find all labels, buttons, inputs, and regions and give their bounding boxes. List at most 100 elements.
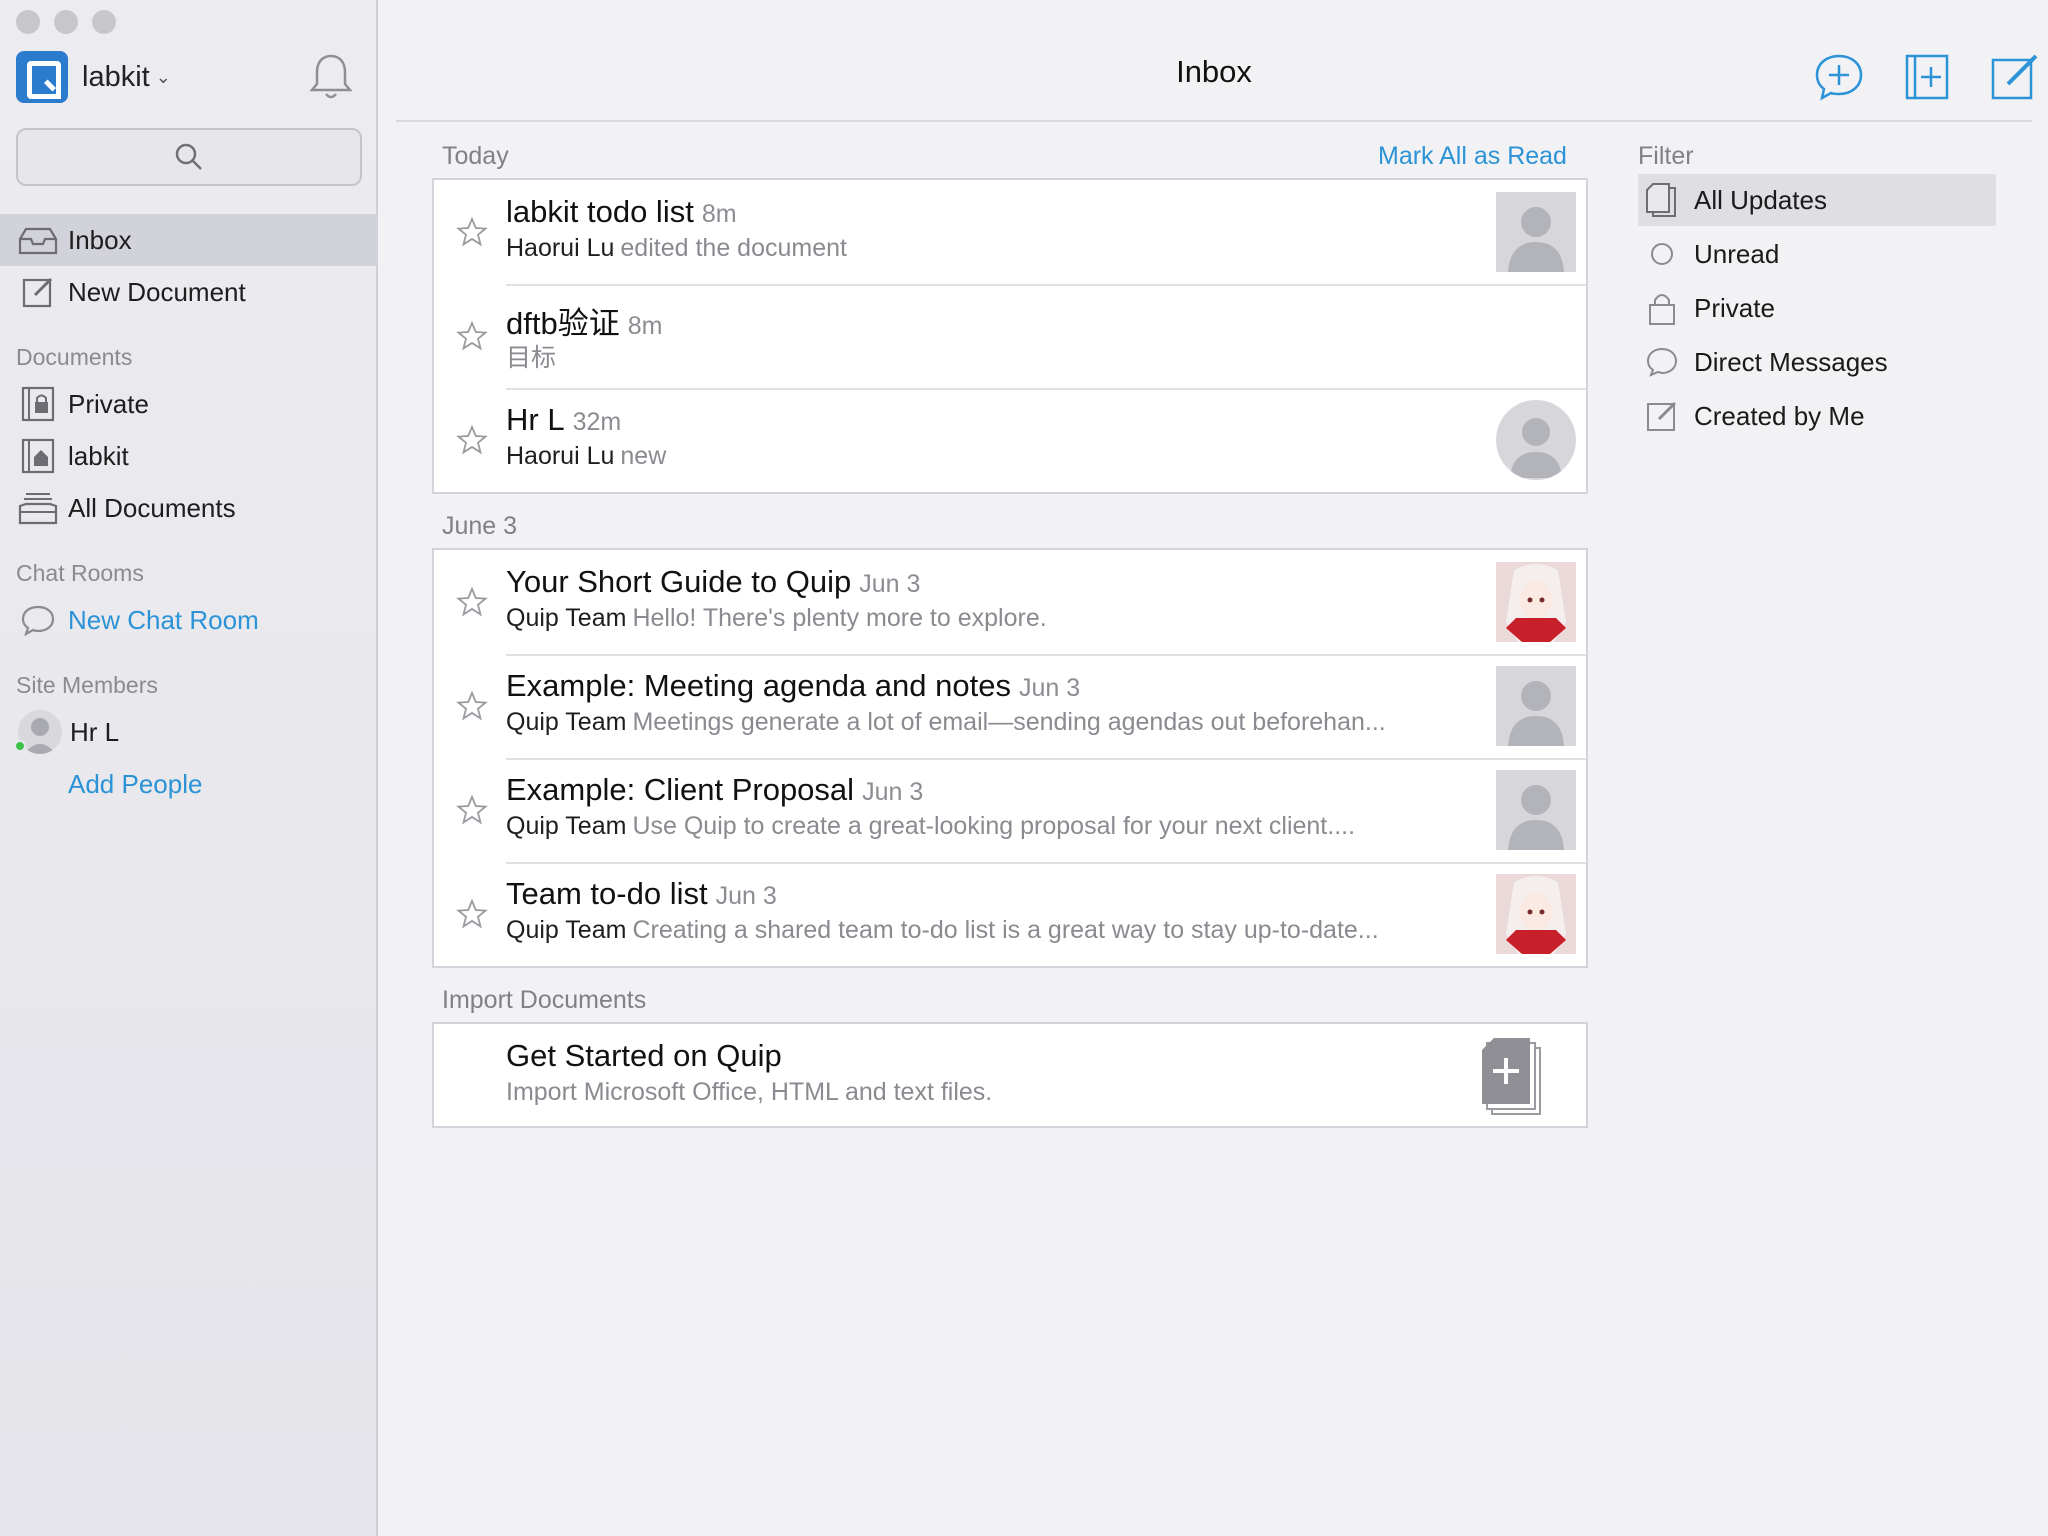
new-chat-room-link[interactable]: New Chat Room bbox=[0, 594, 378, 646]
new-chat-icon[interactable] bbox=[1812, 52, 1866, 102]
item-summary: new bbox=[620, 442, 667, 470]
compose-icon bbox=[1644, 398, 1680, 434]
filter-label: Filter bbox=[1638, 142, 1694, 170]
sidebar-item-label: labkit bbox=[68, 440, 129, 471]
list-item[interactable]: Example: Meeting agenda and notes Jun 3 Q… bbox=[434, 654, 1586, 758]
new-document-icon[interactable] bbox=[1988, 52, 2042, 102]
import-file-icon bbox=[1482, 1038, 1544, 1123]
home-folder-icon bbox=[18, 436, 58, 476]
online-status-dot bbox=[14, 740, 26, 752]
sidebar-item-label: All Documents bbox=[68, 492, 236, 523]
list-item[interactable]: dftb验证 8m 目标 bbox=[434, 284, 1586, 388]
inbox-icon bbox=[18, 220, 58, 260]
chat-rooms-section-label: Chat Rooms bbox=[16, 560, 144, 586]
sidebar-item-labkit[interactable]: labkit bbox=[0, 430, 378, 482]
item-summary: Use Quip to create a great-looking propo… bbox=[632, 812, 1356, 840]
import-documents-card[interactable]: Get Started on Quip Import Microsoft Off… bbox=[432, 1022, 1588, 1128]
chevron-down-icon: ⌄ bbox=[155, 66, 171, 87]
avatar bbox=[1496, 192, 1576, 272]
item-author: Quip Team bbox=[506, 604, 627, 632]
item-author: Haorui Lu bbox=[506, 442, 615, 470]
all-updates-icon bbox=[1644, 182, 1680, 218]
list-item[interactable]: labkit todo list 8m Haorui Lu edited the d… bbox=[434, 180, 1586, 284]
quip-logo-icon bbox=[16, 51, 68, 103]
window-controls bbox=[16, 10, 116, 34]
group-label-june-3: June 3 bbox=[442, 512, 518, 540]
item-author: Quip Team bbox=[506, 708, 627, 736]
star-icon[interactable] bbox=[456, 586, 488, 618]
unread-circle-icon bbox=[1644, 236, 1680, 272]
sidebar-item-label: New Document bbox=[68, 276, 246, 307]
avatar bbox=[1496, 666, 1576, 746]
item-time: Jun 3 bbox=[715, 882, 777, 910]
sidebar-item-new-document[interactable]: New Document bbox=[0, 266, 378, 318]
item-author: Quip Team bbox=[506, 916, 627, 944]
item-summary: edited the document bbox=[620, 234, 847, 262]
star-icon[interactable] bbox=[456, 424, 488, 456]
star-icon[interactable] bbox=[456, 690, 488, 722]
sidebar-item-inbox[interactable]: Inbox bbox=[0, 214, 378, 266]
close-window-button[interactable] bbox=[16, 10, 40, 34]
star-icon[interactable] bbox=[456, 216, 488, 248]
list-item[interactable]: Your Short Guide to Quip Jun 3 Quip Team H… bbox=[434, 550, 1586, 654]
filter-private[interactable]: Private bbox=[1638, 282, 1996, 334]
member-name: Hr L bbox=[70, 716, 120, 747]
add-people-label: Add People bbox=[68, 768, 203, 799]
item-time: 32m bbox=[572, 408, 622, 436]
item-title: labkit todo list bbox=[506, 194, 694, 229]
star-icon[interactable] bbox=[456, 898, 488, 930]
filter-item-label: Private bbox=[1694, 292, 1775, 323]
avatar bbox=[1496, 770, 1576, 850]
list-item[interactable]: Hr L 32m Haorui Lu new bbox=[434, 388, 1586, 492]
site-members-section-label: Site Members bbox=[16, 672, 158, 698]
item-time: 8m bbox=[627, 312, 663, 340]
main-area: Inbox Today Mark All as Read labkit todo… bbox=[380, 0, 2048, 1536]
filter-direct-messages[interactable]: Direct Messages bbox=[1638, 336, 1996, 388]
filter-all-updates[interactable]: All Updates bbox=[1638, 174, 1996, 226]
minimize-window-button[interactable] bbox=[54, 10, 78, 34]
import-subtitle: Import Microsoft Office, HTML and text f… bbox=[506, 1078, 993, 1106]
list-item[interactable]: Team to-do list Jun 3 Quip Team Creating a… bbox=[434, 862, 1586, 966]
mark-all-as-read-button[interactable]: Mark All as Read bbox=[1378, 142, 1567, 171]
filter-item-label: Direct Messages bbox=[1694, 346, 1888, 377]
search-icon bbox=[175, 143, 202, 170]
item-summary: Creating a shared team to-do list is a g… bbox=[632, 916, 1379, 944]
chat-bubble-icon bbox=[18, 600, 58, 640]
anime-avatar bbox=[1496, 874, 1576, 954]
item-time: Jun 3 bbox=[862, 778, 924, 806]
item-summary: 目标 bbox=[506, 344, 557, 372]
filter-item-label: All Updates bbox=[1694, 184, 1827, 215]
anime-avatar bbox=[1496, 562, 1576, 642]
add-people-link[interactable]: Add People bbox=[0, 758, 378, 810]
new-chat-room-label: New Chat Room bbox=[68, 604, 259, 635]
sidebar-item-all-documents[interactable]: All Documents bbox=[0, 482, 378, 534]
item-time: Jun 3 bbox=[859, 570, 921, 598]
archive-icon bbox=[18, 488, 58, 528]
sidebar: labkit ⌄ Inbox New Document Documents Pr… bbox=[0, 0, 378, 1536]
item-summary: Meetings generate a lot of email—sending… bbox=[632, 708, 1386, 736]
filter-created-by-me[interactable]: Created by Me bbox=[1638, 390, 1996, 442]
item-time: Jun 3 bbox=[1018, 674, 1081, 702]
item-title: Team to-do list bbox=[506, 876, 708, 911]
notifications-bell-icon[interactable] bbox=[306, 50, 356, 104]
item-author: Quip Team bbox=[506, 812, 627, 840]
workspace-switcher[interactable]: labkit ⌄ bbox=[16, 50, 356, 104]
private-folder-icon bbox=[18, 384, 58, 424]
compose-icon bbox=[18, 272, 58, 312]
item-title: Example: Meeting agenda and notes bbox=[506, 668, 1011, 703]
list-item[interactable]: Example: Client Proposal Jun 3 Quip Team U… bbox=[434, 758, 1586, 862]
import-title: Get Started on Quip bbox=[506, 1038, 782, 1073]
star-icon[interactable] bbox=[456, 794, 488, 826]
zoom-window-button[interactable] bbox=[92, 10, 116, 34]
sidebar-item-private[interactable]: Private bbox=[0, 378, 378, 430]
search-input[interactable] bbox=[16, 128, 362, 186]
page-title: Inbox bbox=[1176, 54, 1252, 89]
star-icon[interactable] bbox=[456, 320, 488, 352]
chat-bubble-icon bbox=[1644, 344, 1680, 380]
inbox-list-today: labkit todo list 8m Haorui Lu edited the d… bbox=[432, 178, 1588, 494]
inbox-list-june-3: Your Short Guide to Quip Jun 3 Quip Team H… bbox=[432, 548, 1588, 968]
filter-unread[interactable]: Unread bbox=[1638, 228, 1996, 280]
new-folder-icon[interactable] bbox=[1900, 52, 1954, 102]
member-item-hr-l[interactable]: Hr L bbox=[0, 706, 378, 758]
filter-item-label: Unread bbox=[1694, 238, 1780, 269]
